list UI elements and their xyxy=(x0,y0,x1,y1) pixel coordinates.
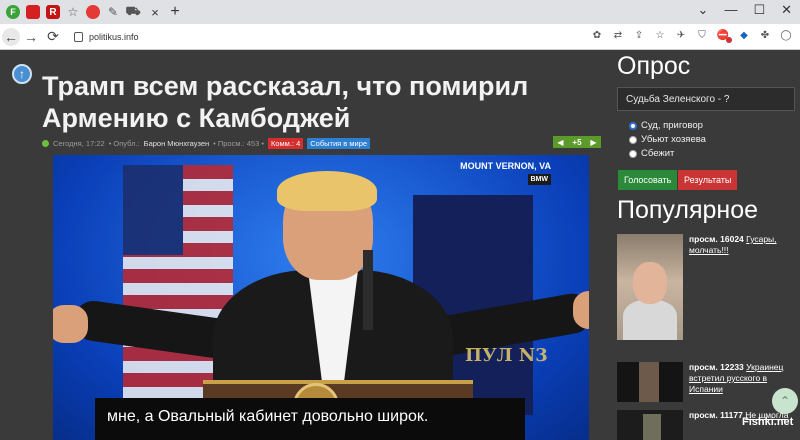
vote-button[interactable]: Голосовать xyxy=(618,170,678,190)
rating-value: +5 xyxy=(572,137,582,147)
address-bar[interactable]: politikus.info xyxy=(74,31,139,42)
bookmark-star-icon[interactable]: ☆ xyxy=(654,29,666,41)
feedly-tab-icon[interactable]: F xyxy=(6,5,20,19)
star-tab-icon[interactable]: ☆ xyxy=(66,5,80,19)
browser-tab-strip: F R ☆ ✎ ⛟ × + ⌄ — ☐ ✕ xyxy=(0,0,800,24)
back-button[interactable]: ← xyxy=(2,27,20,46)
radio-icon[interactable] xyxy=(629,135,637,144)
comments-badge[interactable]: Комм.: 4 xyxy=(267,138,304,149)
up-arrow-icon[interactable]: ↑ xyxy=(12,64,32,84)
article-meta: Сегодня, 17:22 • Опубл.: Барон Мюнхгаузе… xyxy=(42,138,371,149)
lock-icon xyxy=(74,31,83,42)
red-circle-tab-icon[interactable] xyxy=(86,5,100,19)
adblock-icon[interactable]: ⛔ xyxy=(717,29,732,43)
results-button[interactable]: Результаты xyxy=(678,170,738,190)
translate-icon[interactable]: ⇄ xyxy=(612,29,624,41)
close-window-icon[interactable]: ✕ xyxy=(781,2,792,18)
popular-thumbnail[interactable] xyxy=(617,410,683,440)
video-location: MOUNT VERNON, VA BMW xyxy=(460,161,551,185)
published-label: • Опубл.: xyxy=(108,139,140,148)
puzzle-icon[interactable]: ✤ xyxy=(759,29,771,41)
popular-thumbnail[interactable] xyxy=(617,362,683,402)
popular-heading: Популярное xyxy=(617,196,759,224)
scroll-top-icon[interactable]: ⌃ xyxy=(772,388,798,414)
extension-icons: ✿ ⇄ ⇪ ☆ ✈ ⛉ ⛔ ◆ ✤ ◯ xyxy=(591,29,792,43)
browser-toolbar: ← → ⟳ politikus.info ✿ ⇄ ⇪ ☆ ✈ ⛉ ⛔ ◆ ✤ ◯ xyxy=(0,24,800,50)
status-dot-icon xyxy=(42,140,49,147)
maximize-icon[interactable]: ☐ xyxy=(753,2,765,18)
video-player[interactable]: MOUNT VERNON, VA BMW ПУЛ N3 мне, а Оваль… xyxy=(53,155,589,440)
r-tab-icon[interactable]: R xyxy=(46,5,60,19)
window-controls: ⌄ — ☐ ✕ xyxy=(698,2,792,18)
url-text[interactable]: politikus.info xyxy=(89,32,139,42)
radio-icon[interactable] xyxy=(629,149,637,158)
shield-icon[interactable]: ⛉ xyxy=(696,29,708,41)
poll-question: Судьба Зеленского - ? xyxy=(617,87,795,111)
close-tab-icon[interactable]: × xyxy=(148,5,162,20)
popular-views: просм. 11177 xyxy=(689,410,743,420)
profile-icon[interactable]: ◯ xyxy=(780,29,792,41)
views-count: • Просм.: 453 • xyxy=(213,139,264,148)
popular-views: просм. 16024 xyxy=(689,234,744,244)
poll-option-label: Суд, приговор xyxy=(641,120,703,131)
poll-option-label: Сбежит xyxy=(641,148,675,159)
poll-option[interactable]: Убьют хозяева xyxy=(629,134,706,145)
popular-thumbnail[interactable] xyxy=(617,234,683,340)
author-link[interactable]: Барон Мюнхгаузен xyxy=(144,139,210,148)
popular-item[interactable]: просм. 16024 Гусары, молчать!!! xyxy=(617,234,799,340)
fishki-watermark: Fishki.net xyxy=(742,416,794,428)
location-text: MOUNT VERNON, VA xyxy=(460,161,551,171)
red-square-tab-icon[interactable] xyxy=(26,5,40,19)
poll-option-label: Убьют хозяева xyxy=(641,134,706,145)
minimize-icon[interactable]: — xyxy=(724,2,737,18)
new-tab-button[interactable]: + xyxy=(168,3,182,21)
video-subtitle: мне, а Овальный кабинет довольно широк. xyxy=(95,398,525,440)
category-badge[interactable]: События в мире xyxy=(307,138,371,149)
sidebar: Опрос Судьба Зеленского - ? Суд, пригово… xyxy=(612,50,800,440)
radio-selected-icon[interactable] xyxy=(629,121,637,130)
chevron-down-icon[interactable]: ⌄ xyxy=(698,2,709,18)
edit-tab-icon[interactable]: ✎ xyxy=(106,5,120,19)
channel-chip: BMW xyxy=(527,174,551,185)
poll-option[interactable]: Сбежит xyxy=(629,148,706,159)
thumb-up-icon[interactable]: ◀ xyxy=(557,138,563,147)
article-title: Трамп всем рассказал, что помирил Армени… xyxy=(42,71,529,133)
cookie-icon[interactable]: ✿ xyxy=(591,29,603,41)
article-date: Сегодня, 17:22 xyxy=(53,139,105,148)
popular-views: просм. 12233 xyxy=(689,362,744,372)
poll-heading: Опрос xyxy=(617,52,691,80)
poll-option[interactable]: Суд, приговор xyxy=(629,120,706,131)
poll-options: Суд, приговор Убьют хозяева Сбежит xyxy=(629,120,706,159)
rocket-icon[interactable]: ✈ xyxy=(675,29,687,41)
rating-widget: ◀ +5 ▶ xyxy=(553,136,601,148)
forward-button[interactable]: → xyxy=(20,29,42,45)
car-tab-icon[interactable]: ⛟ xyxy=(125,4,140,19)
share-icon[interactable]: ⇪ xyxy=(633,29,645,41)
page-content: ↑ Трамп всем рассказал, что помирил Арме… xyxy=(0,50,800,440)
reload-button[interactable]: ⟳ xyxy=(42,28,64,45)
vpn-icon[interactable]: ◆ xyxy=(738,29,750,41)
thumb-down-icon[interactable]: ▶ xyxy=(590,138,596,147)
video-watermark: ПУЛ N3 xyxy=(465,345,548,366)
